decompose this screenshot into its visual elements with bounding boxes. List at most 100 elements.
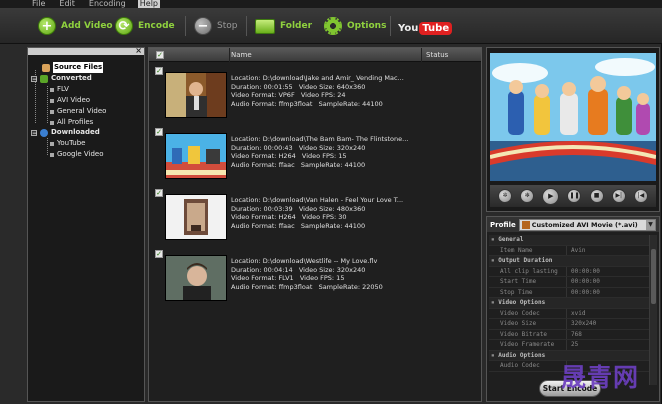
file-video-format: Video Format: VP6F Video FPS: 24 bbox=[231, 91, 346, 100]
property-row[interactable]: Video Size 320x240 bbox=[489, 319, 649, 330]
property-row[interactable]: All clip lasting 00:00:00 bbox=[489, 266, 649, 277]
tree-label: YouTube bbox=[57, 139, 86, 147]
property-value[interactable]: 320x240 bbox=[567, 319, 596, 329]
video-thumbnail bbox=[165, 72, 227, 118]
youtube-button[interactable]: You Tube bbox=[398, 20, 453, 36]
property-section[interactable]: Video Options bbox=[489, 298, 649, 309]
play-icon[interactable]: ▶ bbox=[542, 187, 560, 205]
file-audio-format: Audio Format: ffmp3float SampleRate: 441… bbox=[231, 99, 383, 108]
previous-frame-icon[interactable]: |◀ bbox=[633, 189, 648, 203]
property-row[interactable]: Item Name Avin bbox=[489, 245, 649, 256]
encode-button[interactable]: ⟳ Encode bbox=[115, 15, 175, 37]
toolbar: + Add Video ⟳ Encode − Stop Folder Optio… bbox=[0, 8, 662, 44]
properties-scrollbar[interactable] bbox=[649, 235, 657, 385]
menu-encoding[interactable]: Encoding bbox=[87, 0, 128, 8]
column-header-status[interactable]: Status bbox=[426, 48, 448, 62]
video-thumbnail bbox=[165, 133, 227, 179]
folder-label: Folder bbox=[280, 21, 313, 31]
property-value[interactable]: 768 bbox=[567, 330, 582, 340]
converted-icon bbox=[40, 74, 48, 83]
row-checkbox[interactable]: ✓ bbox=[155, 67, 163, 75]
stop-playback-icon[interactable]: ■ bbox=[589, 189, 604, 203]
collapse-icon[interactable]: − bbox=[31, 129, 37, 136]
video-preview[interactable] bbox=[490, 53, 656, 181]
menu-bar: File Edit Encoding Help bbox=[0, 0, 662, 8]
tree-item-flv[interactable]: FLV bbox=[50, 84, 69, 95]
file-list-panel: ✓ Name Status ✓ Location: D:\download\Ja… bbox=[148, 47, 482, 402]
tree-item-general-video[interactable]: General Video bbox=[50, 106, 106, 117]
file-location: Location: D:\download\Westlife -- My Lov… bbox=[231, 257, 378, 265]
file-row[interactable]: ✓ Location: D:\download\Jake and Amir_ V… bbox=[149, 67, 481, 127]
property-value[interactable]: 00:00:00 bbox=[567, 288, 600, 298]
settings-icon[interactable]: ✻ bbox=[520, 189, 535, 203]
tree-item-google-video[interactable]: Google Video bbox=[50, 149, 104, 160]
column-divider bbox=[421, 48, 422, 62]
file-list-header: ✓ Name Status bbox=[149, 48, 481, 62]
menu-edit[interactable]: Edit bbox=[57, 0, 77, 8]
tree-connector bbox=[47, 138, 48, 155]
stop-button[interactable]: − Stop bbox=[194, 15, 237, 37]
pause-icon[interactable]: ❚❚ bbox=[567, 189, 582, 203]
property-value[interactable]: xvid bbox=[567, 309, 585, 319]
tree-item-avi-video[interactable]: AVI Video bbox=[50, 95, 90, 106]
property-section[interactable]: Output Duration bbox=[489, 256, 649, 267]
bullet-icon bbox=[50, 120, 54, 125]
property-row[interactable]: Video Framerate 25 bbox=[489, 340, 649, 351]
column-header-name[interactable]: Name bbox=[231, 48, 252, 62]
add-video-button[interactable]: + Add Video bbox=[38, 15, 113, 37]
file-info: Location: D:\download\Jake and Amir_ Ven… bbox=[231, 74, 479, 108]
tree-item-downloaded[interactable]: − Downloaded bbox=[31, 127, 100, 138]
close-icon[interactable]: × bbox=[135, 46, 142, 55]
snapshot-icon[interactable]: ✲ bbox=[498, 189, 513, 203]
app-window: File Edit Encoding Help + Add Video ⟳ En… bbox=[0, 0, 662, 404]
menu-file[interactable]: File bbox=[30, 0, 47, 8]
property-value[interactable]: 00:00:00 bbox=[567, 267, 600, 277]
file-row[interactable]: ✓ Location: D:\download\Westlife -- My L… bbox=[149, 250, 481, 310]
stop-label: Stop bbox=[217, 21, 238, 31]
bullet-icon bbox=[50, 152, 54, 157]
file-duration: Duration: 00:00:43 Video Size: 320x240 bbox=[231, 143, 366, 152]
profile-select[interactable]: Customized AVI Movie (*.avi) ▼ bbox=[518, 218, 656, 231]
bullet-icon bbox=[50, 109, 54, 114]
property-row[interactable]: Start Time 00:00:00 bbox=[489, 277, 649, 288]
property-section[interactable]: General bbox=[489, 235, 649, 246]
plus-icon: + bbox=[38, 17, 56, 35]
property-value[interactable]: 00:00:00 bbox=[567, 277, 600, 287]
row-checkbox[interactable]: ✓ bbox=[155, 189, 163, 197]
tree-label: Source Files bbox=[53, 62, 104, 73]
youtube-logo-you: You bbox=[398, 22, 419, 34]
select-all-checkbox[interactable]: ✓ bbox=[156, 51, 164, 59]
file-video-format: Video Format: H264 Video FPS: 15 bbox=[231, 152, 347, 161]
scrollbar-thumb[interactable] bbox=[651, 249, 656, 304]
property-row[interactable]: Stop Time 00:00:00 bbox=[489, 287, 649, 298]
next-frame-icon[interactable]: ▶| bbox=[611, 189, 626, 203]
file-info: Location: D:\download\Van Halen - Feel Y… bbox=[231, 196, 479, 230]
profile-bar: Profile Customized AVI Movie (*.avi) ▼ bbox=[487, 217, 659, 232]
property-value[interactable]: Avin bbox=[567, 246, 585, 256]
options-button[interactable]: Options bbox=[324, 15, 386, 37]
row-checkbox[interactable]: ✓ bbox=[155, 128, 163, 136]
folder-button[interactable]: Folder bbox=[255, 15, 312, 37]
property-key: Output Duration bbox=[489, 256, 649, 266]
property-key: Stop Time bbox=[489, 287, 567, 297]
collapse-icon[interactable]: − bbox=[31, 75, 37, 82]
property-row[interactable]: Video Bitrate 768 bbox=[489, 329, 649, 340]
chevron-down-icon[interactable]: ▼ bbox=[646, 219, 655, 230]
property-value[interactable]: 25 bbox=[567, 340, 578, 350]
tree-label: Converted bbox=[51, 74, 92, 82]
toolbar-separator bbox=[185, 16, 186, 36]
tree-item-source-files[interactable]: Source Files bbox=[42, 62, 104, 73]
file-row[interactable]: ✓ Location: D:\download\The Bam Bam- The… bbox=[149, 128, 481, 188]
property-row[interactable]: Video Codec xvid bbox=[489, 308, 649, 319]
file-location: Location: D:\download\Jake and Amir_ Ven… bbox=[231, 74, 404, 82]
file-audio-format: Audio Format: ffmp3float SampleRate: 220… bbox=[231, 282, 383, 291]
encode-label: Encode bbox=[138, 21, 175, 31]
row-checkbox[interactable]: ✓ bbox=[155, 250, 163, 258]
toolbar-separator bbox=[390, 16, 391, 36]
tree-item-youtube[interactable]: YouTube bbox=[50, 138, 85, 149]
video-thumbnail bbox=[165, 194, 227, 240]
file-row[interactable]: ✓ Location: D:\download\Van Halen - Feel… bbox=[149, 189, 481, 249]
property-key: Video Bitrate bbox=[489, 329, 567, 339]
menu-help[interactable]: Help bbox=[137, 0, 161, 8]
tree-item-converted[interactable]: − Converted bbox=[31, 73, 92, 84]
